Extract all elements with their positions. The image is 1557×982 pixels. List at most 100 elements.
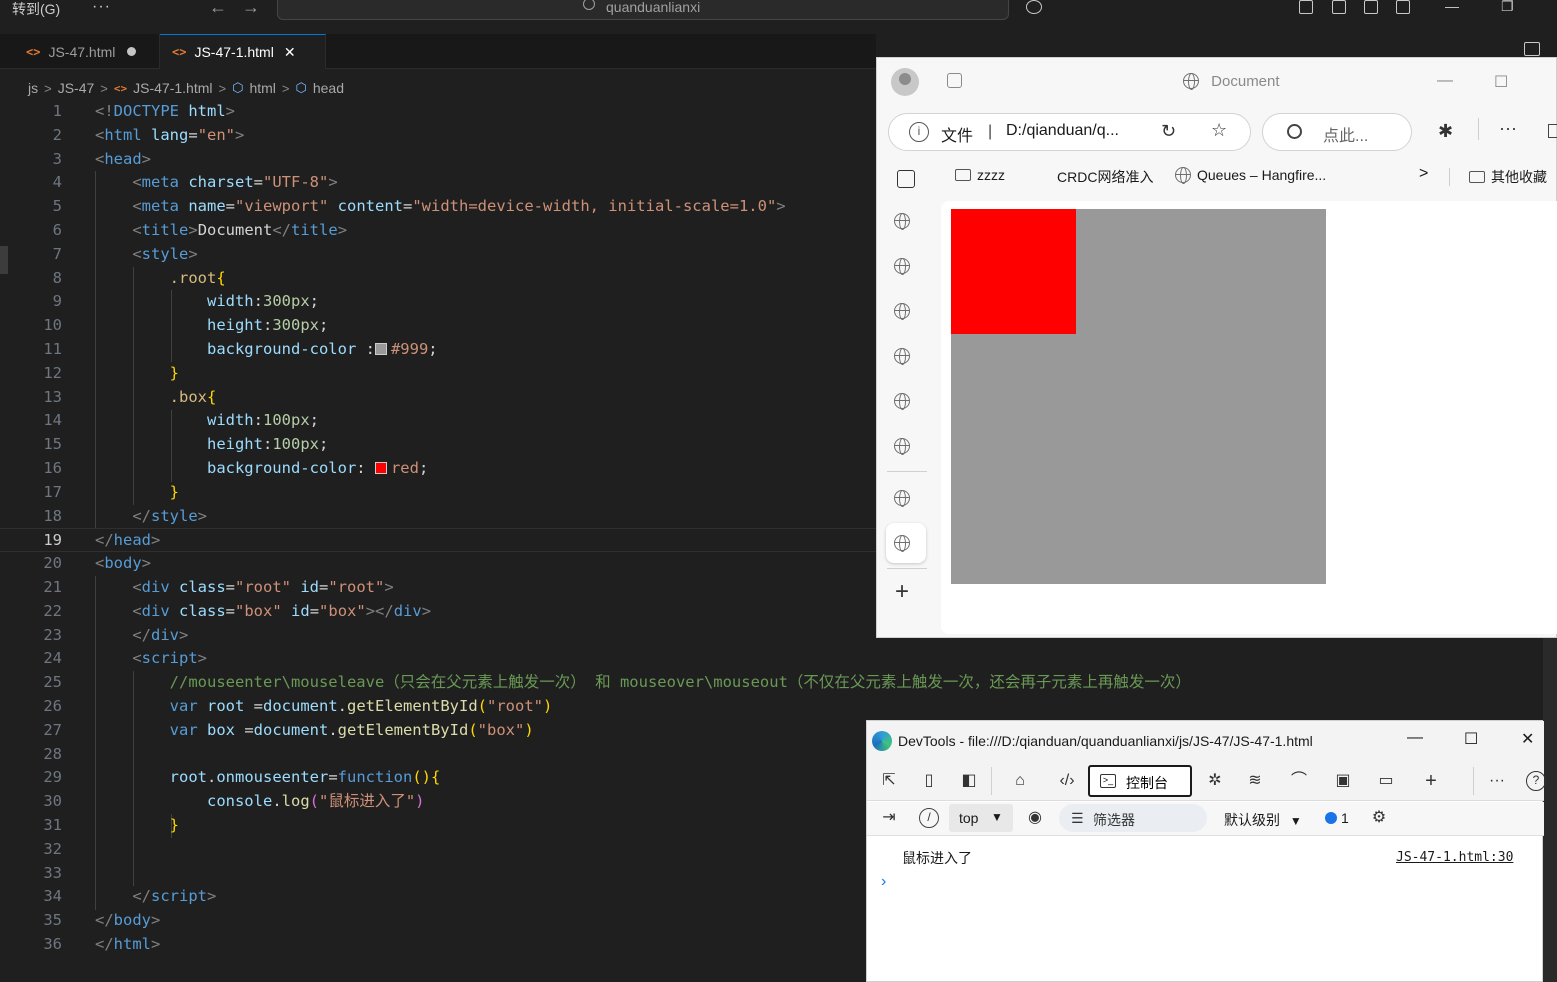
toggle-secondary-sidebar-icon[interactable] [1396, 0, 1410, 14]
back-icon[interactable]: ← [209, 0, 227, 18]
console-sidebar-icon[interactable]: ⇥ [879, 808, 899, 828]
favorite-star-icon[interactable]: ☆ [1211, 120, 1227, 141]
message-count-badge[interactable]: 1 [1325, 810, 1349, 826]
new-tab-icon[interactable]: + [895, 578, 909, 606]
tab-js-47[interactable]: <> JS-47.html [14, 34, 160, 69]
info-icon[interactable]: i [909, 122, 929, 142]
toggle-sidebar-icon[interactable] [1332, 0, 1346, 14]
customize-layout-icon[interactable] [1299, 0, 1313, 14]
desktop-background [1543, 638, 1557, 982]
command-center-search[interactable]: quanduanlianxi [277, 0, 1009, 20]
code-line: 18 </style> [43, 506, 208, 525]
profile-avatar[interactable] [891, 68, 919, 96]
console-prompt-icon[interactable]: › [881, 873, 886, 891]
unsaved-dot-icon [127, 47, 137, 56]
box-div[interactable] [951, 209, 1076, 334]
breadcrumb-item[interactable]: html [249, 80, 275, 96]
devtools-minimize-button[interactable]: — [1407, 729, 1423, 747]
memory-chip-icon[interactable]: ▣ [1333, 771, 1353, 791]
collections-icon[interactable] [1548, 124, 1557, 138]
code-line: 24 <script> [43, 649, 208, 668]
address-url[interactable]: D:/qianduan/q... [1006, 122, 1119, 140]
tab-globe-icon[interactable] [894, 490, 910, 508]
code-line: 5 <meta name="viewport" content="width=d… [52, 197, 786, 216]
bookmarks-overflow-icon[interactable]: > [1419, 165, 1428, 183]
tab-globe-icon[interactable] [894, 213, 910, 231]
extensions-icon[interactable]: ✱ [1438, 121, 1453, 142]
bookmark-zzzz[interactable]: zzzz [955, 167, 1005, 183]
bookmark-crdc[interactable]: CRDC网络准入 [1057, 167, 1153, 187]
active-tab-globe-icon [894, 535, 910, 553]
forward-icon[interactable]: → [242, 0, 260, 18]
tab-console[interactable]: >_ 控制台 [1088, 765, 1192, 797]
editor-tabs: <> JS-47.html <> JS-47-1.html ✕ [0, 34, 876, 69]
vertical-tabs-icon[interactable] [897, 170, 915, 188]
device-emulation-icon[interactable]: ▯ [919, 771, 939, 791]
tab-globe-icon[interactable] [894, 438, 910, 456]
tab-js-47-1[interactable]: <> JS-47-1.html ✕ [160, 34, 326, 69]
address-bar[interactable]: i 文件 | D:/qianduan/q... ↻ ☆ [888, 113, 1251, 151]
more-menu-icon[interactable]: ··· [92, 0, 111, 16]
inspect-element-icon[interactable]: ⇱ [879, 771, 899, 791]
close-tab-icon[interactable]: ✕ [284, 44, 296, 61]
split-editor-icon[interactable] [1524, 42, 1540, 56]
breadcrumb-sep: > [100, 80, 108, 96]
root-div[interactable] [951, 209, 1326, 584]
breadcrumb-item[interactable]: js [28, 80, 38, 96]
welcome-home-icon[interactable]: ⌂ [1010, 771, 1030, 791]
settings-more-icon[interactable]: ··· [1499, 118, 1517, 139]
color-swatch-gray[interactable] [374, 343, 387, 355]
title-bar: 转到(G) ··· ← → quanduanlianxi — ❐ [0, 0, 1557, 34]
search-icon [1287, 124, 1302, 139]
more-tools-icon[interactable]: + [1421, 771, 1441, 791]
code-line: 34 </script> [43, 887, 217, 906]
toggle-panel-icon[interactable] [1364, 0, 1378, 14]
dock-side-icon[interactable]: ◧ [959, 771, 979, 791]
code-line: 15 height:100px; [43, 435, 329, 454]
bookmark-other[interactable]: 其他收藏 [1469, 167, 1547, 187]
console-filter-input[interactable]: ☰ 筛选器 [1059, 804, 1207, 832]
minimize-button[interactable]: — [1445, 0, 1459, 14]
page-viewport[interactable] [941, 201, 1557, 634]
tab-globe-icon[interactable] [894, 258, 910, 276]
tab-globe-icon[interactable] [894, 393, 910, 411]
devtools-close-button[interactable]: ✕ [1521, 729, 1534, 749]
bookmark-hangfire[interactable]: Queues – Hangfire... [1175, 167, 1326, 184]
elements-icon[interactable]: ‹/› [1057, 771, 1077, 791]
console-settings-gear-icon[interactable]: ⚙ [1369, 808, 1389, 828]
console-source-link[interactable]: JS-47-1.html:30 [1396, 850, 1513, 865]
devtools-maximize-button[interactable]: ☐ [1464, 729, 1478, 749]
edge-logo-icon [872, 731, 892, 751]
breadcrumb-item[interactable]: JS-47-1.html [133, 80, 212, 96]
search-box[interactable]: 点此... [1262, 113, 1412, 151]
performance-icon[interactable]: ⌒ [1289, 771, 1309, 791]
clear-console-icon[interactable]: / [919, 808, 939, 828]
sources-bug-icon[interactable]: ✲ [1205, 771, 1225, 791]
browser-maximize-button[interactable]: ☐ [1494, 72, 1508, 92]
breadcrumb-item[interactable]: JS-47 [58, 80, 95, 96]
restore-button[interactable]: ❐ [1501, 0, 1514, 15]
goto-menu[interactable]: 转到(G) [12, 0, 60, 18]
context-selector[interactable]: top ▼ [949, 804, 1013, 832]
tab-globe-icon[interactable] [894, 348, 910, 366]
code-line: 29 root.onmouseenter=function(){ [43, 768, 441, 787]
code-line: 10 height:300px; [43, 316, 329, 335]
log-level-dropdown[interactable]: 默认级别 ▼ [1224, 810, 1302, 830]
breadcrumb-sep: > [44, 80, 52, 96]
help-icon[interactable]: ? [1526, 771, 1546, 791]
live-expression-eye-icon[interactable]: ◉ [1025, 808, 1045, 828]
browser-minimize-button[interactable]: — [1437, 72, 1453, 90]
network-wifi-icon[interactable]: ≋ [1245, 771, 1265, 791]
breadcrumb-item[interactable]: head [313, 80, 344, 96]
tab-actions-icon[interactable] [947, 73, 962, 88]
code-line: 6 <title>Document</title> [52, 221, 348, 239]
application-icon[interactable]: ▭ [1376, 771, 1396, 791]
code-line: 9 width:300px; [52, 292, 320, 311]
code-editor[interactable]: 1 <!DOCTYPE html> 2 <html lang="en"> 3 <hea… [0, 100, 1191, 982]
tab-globe-icon[interactable] [894, 303, 910, 321]
customize-more-icon[interactable]: ··· [1487, 771, 1507, 791]
copilot-icon[interactable] [1026, 0, 1042, 14]
refresh-icon[interactable]: ↻ [1161, 121, 1176, 142]
code-line: 31 } [43, 816, 179, 834]
color-swatch-red[interactable] [374, 462, 387, 474]
